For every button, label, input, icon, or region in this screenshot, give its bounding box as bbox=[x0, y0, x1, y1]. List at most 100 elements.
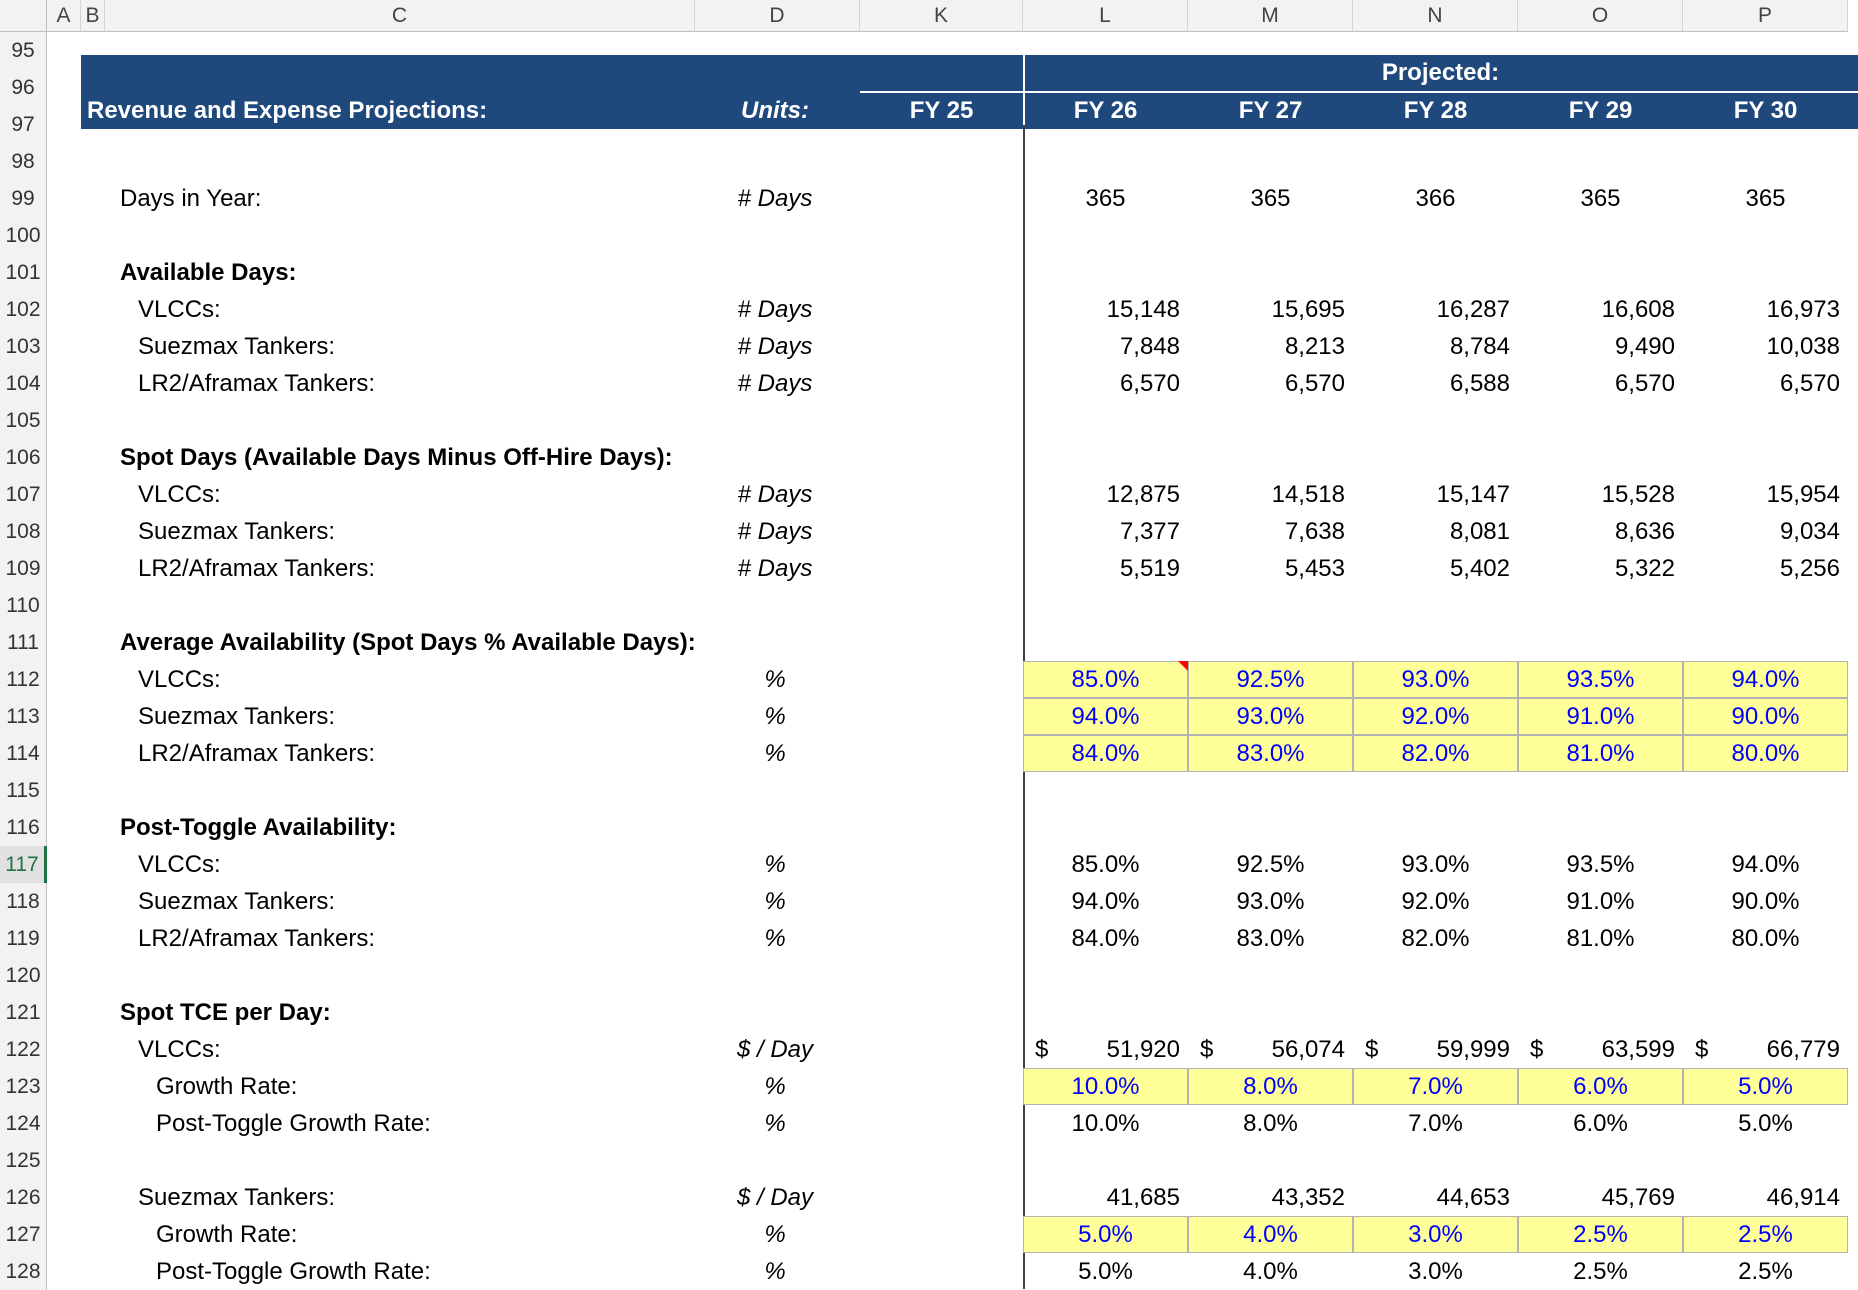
row-header-97[interactable]: 97 bbox=[0, 106, 47, 143]
unit-label: # Days bbox=[737, 295, 813, 323]
year-header-fy29: FY 29 bbox=[1568, 97, 1633, 124]
row-header-112[interactable]: 112 bbox=[0, 661, 47, 698]
row-header-122[interactable]: 122 bbox=[0, 1031, 47, 1068]
column-header-c[interactable]: C bbox=[105, 0, 695, 32]
input-value[interactable]: 5.0% bbox=[1683, 1068, 1848, 1105]
input-value[interactable]: 91.0% bbox=[1518, 698, 1683, 735]
row-label: VLCCs: bbox=[138, 295, 221, 323]
row-header-107[interactable]: 107 bbox=[0, 476, 47, 513]
column-header-o[interactable]: O bbox=[1518, 0, 1683, 32]
input-value[interactable]: 81.0% bbox=[1518, 735, 1683, 772]
input-value[interactable]: 10.0% bbox=[1023, 1068, 1188, 1105]
row-header-106[interactable]: 106 bbox=[0, 439, 47, 476]
row-header-98[interactable]: 98 bbox=[0, 143, 47, 180]
input-value[interactable]: 90.0% bbox=[1683, 698, 1848, 735]
column-header-d[interactable]: D bbox=[695, 0, 860, 32]
row-header-118[interactable]: 118 bbox=[0, 883, 47, 920]
section-title: Spot Days (Available Days Minus Off-Hire… bbox=[120, 443, 673, 471]
unit-label: % bbox=[764, 887, 786, 915]
value-cell: 365 bbox=[1745, 184, 1786, 212]
row-header-124[interactable]: 124 bbox=[0, 1105, 47, 1142]
input-value[interactable]: 94.0% bbox=[1683, 661, 1848, 698]
value-cell: 90.0% bbox=[1731, 887, 1800, 915]
row-header-110[interactable]: 110 bbox=[0, 587, 47, 624]
input-value[interactable]: 82.0% bbox=[1353, 735, 1518, 772]
value-cell: 41,685 bbox=[1106, 1183, 1180, 1211]
column-header-l[interactable]: L bbox=[1023, 0, 1188, 32]
input-value[interactable]: 93.0% bbox=[1188, 698, 1353, 735]
unit-label: $ / Day bbox=[736, 1183, 814, 1211]
input-value[interactable]: 2.5% bbox=[1683, 1216, 1848, 1253]
value-cell: 46,914 bbox=[1766, 1183, 1840, 1211]
row-header-128[interactable]: 128 bbox=[0, 1253, 47, 1290]
row-header-95[interactable]: 95 bbox=[0, 32, 47, 69]
row-header-108[interactable]: 108 bbox=[0, 513, 47, 550]
row-label: Suezmax Tankers: bbox=[138, 887, 335, 915]
row-header-96[interactable]: 96 bbox=[0, 69, 47, 106]
spreadsheet-grid[interactable]: ABCDKLMNOP 95 96 97 98 99 100 101 102 103 104 105 1… bbox=[0, 0, 1858, 1290]
input-value[interactable]: 93.0% bbox=[1353, 661, 1518, 698]
row-header-115[interactable]: 115 bbox=[0, 772, 47, 809]
input-value[interactable]: 4.0% bbox=[1188, 1216, 1353, 1253]
row-label: VLCCs: bbox=[138, 480, 221, 508]
row-header-123[interactable]: 123 bbox=[0, 1068, 47, 1105]
column-header-b[interactable]: B bbox=[81, 0, 105, 32]
input-value[interactable]: 84.0% bbox=[1023, 735, 1188, 772]
comment-indicator[interactable] bbox=[1178, 661, 1188, 671]
row-header-125[interactable]: 125 bbox=[0, 1142, 47, 1179]
row-header-111[interactable]: 111 bbox=[0, 624, 47, 661]
row-header-114[interactable]: 114 bbox=[0, 735, 47, 772]
unit-label: % bbox=[764, 850, 786, 878]
column-header-m[interactable]: M bbox=[1188, 0, 1353, 32]
row-header-113[interactable]: 113 bbox=[0, 698, 47, 735]
row-label: Post-Toggle Growth Rate: bbox=[156, 1109, 431, 1137]
input-value[interactable]: 6.0% bbox=[1518, 1068, 1683, 1105]
row-header-100[interactable]: 100 bbox=[0, 217, 47, 254]
value-cell: 14,518 bbox=[1271, 480, 1345, 508]
row-header-101[interactable]: 101 bbox=[0, 254, 47, 291]
row-label: VLCCs: bbox=[138, 665, 221, 693]
row-header-119[interactable]: 119 bbox=[0, 920, 47, 957]
value-cell: 91.0% bbox=[1566, 887, 1635, 915]
input-value[interactable]: 8.0% bbox=[1188, 1068, 1353, 1105]
value-cell: 66,779 bbox=[1766, 1035, 1840, 1063]
input-value[interactable]: 83.0% bbox=[1188, 735, 1353, 772]
row-header-127[interactable]: 127 bbox=[0, 1216, 47, 1253]
value-cell: 16,973 bbox=[1766, 295, 1840, 323]
row-header-117[interactable]: 117 bbox=[0, 846, 47, 883]
row-header-120[interactable]: 120 bbox=[0, 957, 47, 994]
column-header-n[interactable]: N bbox=[1353, 0, 1518, 32]
unit-label: # Days bbox=[737, 332, 813, 360]
row-header-105[interactable]: 105 bbox=[0, 402, 47, 439]
row-label: Growth Rate: bbox=[156, 1072, 298, 1100]
value-cell: 92.5% bbox=[1236, 850, 1305, 878]
row-header-126[interactable]: 126 bbox=[0, 1179, 47, 1216]
row-header-99[interactable]: 99 bbox=[0, 180, 47, 217]
value-cell: 5,453 bbox=[1284, 554, 1345, 582]
input-value[interactable]: 3.0% bbox=[1353, 1216, 1518, 1253]
row-header-109[interactable]: 109 bbox=[0, 550, 47, 587]
column-header-k[interactable]: K bbox=[860, 0, 1023, 32]
column-header-p[interactable]: P bbox=[1683, 0, 1848, 32]
input-value[interactable]: 80.0% bbox=[1683, 735, 1848, 772]
input-value[interactable]: 5.0% bbox=[1023, 1216, 1188, 1253]
row-header-116[interactable]: 116 bbox=[0, 809, 47, 846]
input-value[interactable]: 92.0% bbox=[1353, 698, 1518, 735]
row-label: LR2/Aframax Tankers: bbox=[138, 924, 375, 952]
value-cell: 83.0% bbox=[1236, 924, 1305, 952]
input-value[interactable]: 94.0% bbox=[1023, 698, 1188, 735]
row-header-121[interactable]: 121 bbox=[0, 994, 47, 1031]
input-value[interactable]: 93.5% bbox=[1518, 661, 1683, 698]
input-value[interactable]: 92.5% bbox=[1188, 661, 1353, 698]
input-value[interactable]: 85.0% bbox=[1023, 661, 1188, 698]
value-cell: 63,599 bbox=[1601, 1035, 1675, 1063]
select-all-corner[interactable] bbox=[0, 0, 47, 32]
column-header-a[interactable]: A bbox=[47, 0, 81, 32]
input-value[interactable]: 2.5% bbox=[1518, 1216, 1683, 1253]
row-header-102[interactable]: 102 bbox=[0, 291, 47, 328]
value-cell: 6,570 bbox=[1614, 369, 1675, 397]
row-header-104[interactable]: 104 bbox=[0, 365, 47, 402]
value-cell: 6,570 bbox=[1119, 369, 1180, 397]
row-header-103[interactable]: 103 bbox=[0, 328, 47, 365]
input-value[interactable]: 7.0% bbox=[1353, 1068, 1518, 1105]
